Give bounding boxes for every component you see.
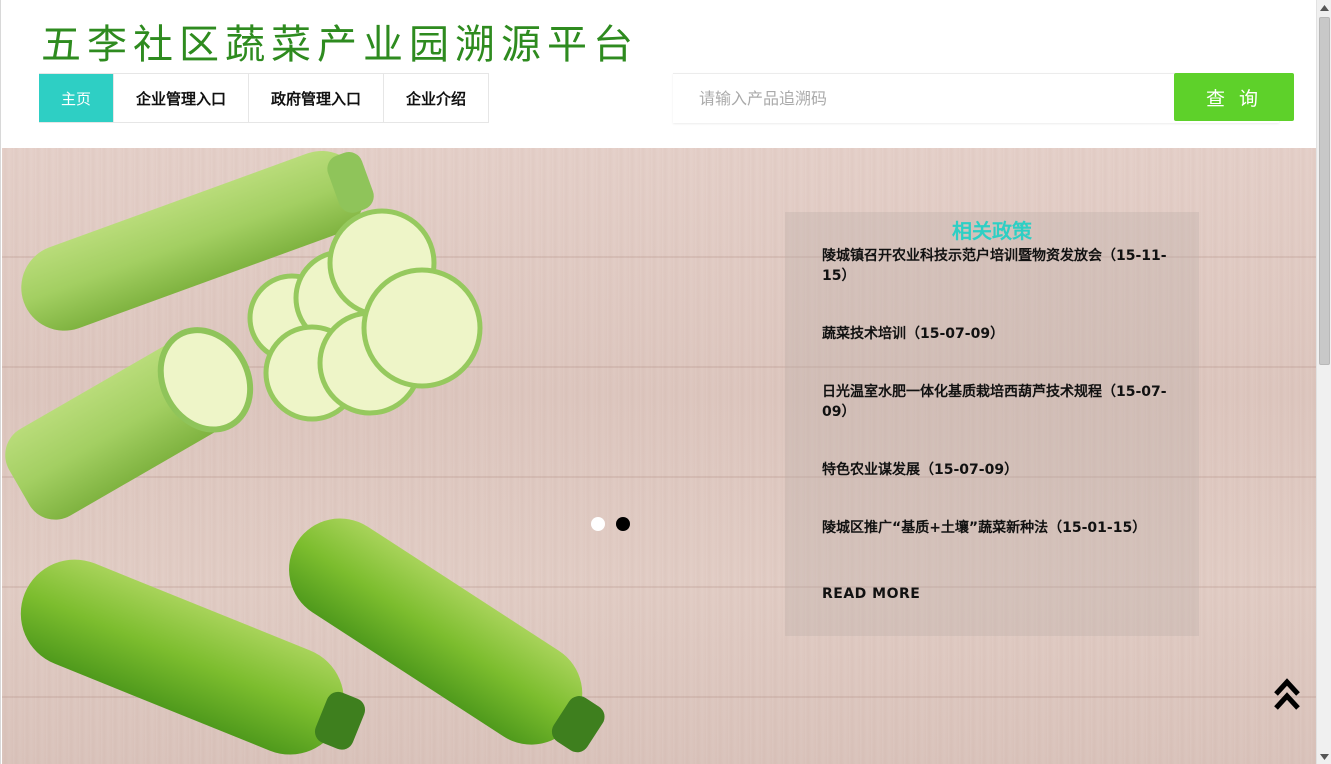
main-nav: 主页 企业管理入口 政府管理入口 企业介绍 <box>39 73 490 123</box>
nav-item-enterprise-admin[interactable]: 企业管理入口 <box>114 74 250 122</box>
read-more-link[interactable]: READ MORE <box>822 586 920 602</box>
policy-heading: 相关政策 <box>952 219 1032 243</box>
policy-item[interactable]: 蔬菜技术培训（15-07-09） <box>822 324 1167 344</box>
carousel-indicators <box>591 517 630 531</box>
scroll-up-arrow-icon[interactable] <box>1317 0 1331 15</box>
policy-item[interactable]: 日光温室水肥一体化基质栽培西葫芦技术规程（15-07-09） <box>822 382 1167 422</box>
policy-item[interactable]: 陵城镇召开农业科技示范户培训暨物资发放会（15-11-15） <box>822 246 1167 286</box>
site-title: 五李社区蔬菜产业园溯源平台 <box>41 22 639 68</box>
page: 五李社区蔬菜产业园溯源平台 主页 企业管理入口 政府管理入口 企业介绍 查 询 <box>0 0 1316 764</box>
policy-item[interactable]: 陵城区推广“基质+土壤”蔬菜新种法（15-01-15） <box>822 518 1167 538</box>
hero-banner: 相关政策 陵城镇召开农业科技示范户培训暨物资发放会（15-11-15） 蔬菜技术… <box>2 148 1316 764</box>
carousel-dot-2[interactable] <box>616 517 630 531</box>
nav-item-home[interactable]: 主页 <box>39 74 114 122</box>
carousel-dot-1[interactable] <box>591 517 605 531</box>
scrollbar-thumb[interactable] <box>1319 17 1330 365</box>
policy-list: 陵城镇召开农业科技示范户培训暨物资发放会（15-11-15） 蔬菜技术培训（15… <box>822 246 1167 538</box>
query-button[interactable]: 查 询 <box>1174 73 1294 121</box>
vertical-scrollbar[interactable] <box>1316 0 1331 764</box>
scroll-down-arrow-icon[interactable] <box>1317 749 1331 764</box>
policy-panel: 相关政策 陵城镇召开农业科技示范户培训暨物资发放会（15-11-15） 蔬菜技术… <box>785 212 1199 636</box>
policy-item[interactable]: 特色农业谋发展（15-07-09） <box>822 460 1167 480</box>
zucchini-image <box>5 150 605 755</box>
trace-code-input[interactable] <box>673 74 1173 122</box>
nav-item-company-intro[interactable]: 企业介绍 <box>384 74 490 122</box>
nav-item-government-admin[interactable]: 政府管理入口 <box>249 74 385 122</box>
back-to-top-icon[interactable] <box>1273 677 1301 713</box>
search-bar: 查 询 <box>673 73 1294 123</box>
